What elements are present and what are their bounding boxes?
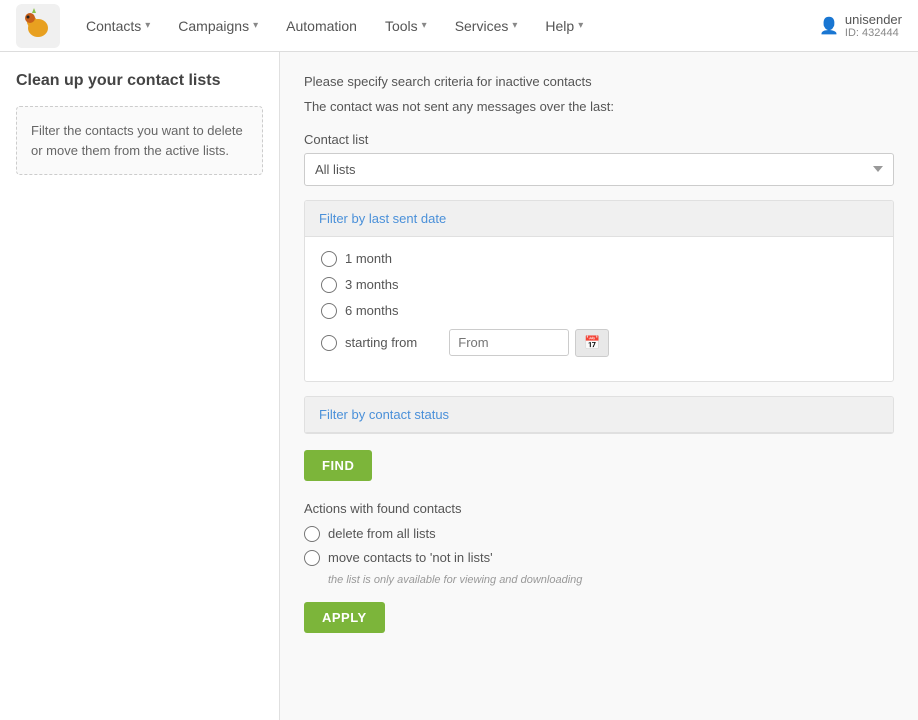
description-line1: Please specify search criteria for inact… (304, 72, 894, 93)
main-content: Please specify search criteria for inact… (280, 52, 918, 720)
user-icon: 👤 (819, 16, 839, 36)
radio-6months: 6 months (321, 303, 877, 319)
radio-6months-input[interactable] (321, 303, 337, 319)
sidebar: Clean up your contact lists Filter the c… (0, 52, 280, 720)
nav-campaigns[interactable]: Campaigns ▾ (166, 12, 270, 40)
action-move-label[interactable]: move contacts to 'not in lists' (328, 550, 493, 565)
radio-starting-from-input[interactable] (321, 335, 337, 351)
nav-help[interactable]: Help ▾ (533, 12, 595, 40)
chevron-down-icon: ▾ (578, 20, 583, 31)
radio-3months-label[interactable]: 3 months (345, 277, 398, 292)
action-delete-label[interactable]: delete from all lists (328, 526, 436, 541)
apply-button[interactable]: APPLY (304, 602, 385, 633)
chevron-down-icon: ▾ (145, 20, 150, 31)
calendar-icon: 📅 (584, 335, 600, 350)
chevron-down-icon: ▾ (512, 20, 517, 31)
filter-status-header[interactable]: Filter by contact status (305, 397, 893, 433)
description-line2: The contact was not sent any messages ov… (304, 97, 894, 118)
find-button[interactable]: FIND (304, 450, 372, 481)
radio-6months-label[interactable]: 6 months (345, 303, 398, 318)
filter-date-section: Filter by last sent date 1 month 3 month… (304, 200, 894, 382)
page-layout: Clean up your contact lists Filter the c… (0, 52, 918, 720)
actions-section: Actions with found contacts delete from … (304, 501, 894, 633)
action-note: the list is only available for viewing a… (328, 574, 894, 586)
radio-1month-label[interactable]: 1 month (345, 251, 392, 266)
radio-1month-input[interactable] (321, 251, 337, 267)
nav-tools[interactable]: Tools ▾ (373, 12, 439, 40)
action-delete: delete from all lists (304, 526, 894, 542)
nav-automation[interactable]: Automation (274, 12, 369, 40)
radio-starting-from-label[interactable]: starting from (345, 335, 417, 350)
user-id: ID: 432444 (845, 27, 902, 39)
from-date-input[interactable] (449, 329, 569, 356)
calendar-icon-button[interactable]: 📅 (575, 329, 609, 357)
contact-list-select[interactable]: All lists (304, 153, 894, 186)
sidebar-description: Filter the contacts you want to delete o… (31, 121, 248, 160)
filter-date-body: 1 month 3 months 6 months starting from (305, 237, 893, 381)
navbar: Contacts ▾ Campaigns ▾ Automation Tools … (0, 0, 918, 52)
contact-list-label: Contact list (304, 132, 894, 147)
user-info: 👤 unisender ID: 432444 (819, 12, 902, 39)
radio-3months-input[interactable] (321, 277, 337, 293)
logo[interactable] (16, 4, 60, 48)
nav-services[interactable]: Services ▾ (443, 12, 530, 40)
filter-status-section: Filter by contact status (304, 396, 894, 434)
nav-contacts[interactable]: Contacts ▾ (74, 12, 162, 40)
radio-starting-from: starting from 📅 (321, 329, 877, 357)
chevron-down-icon: ▾ (253, 20, 258, 31)
chevron-down-icon: ▾ (422, 20, 427, 31)
sidebar-box: Filter the contacts you want to delete o… (16, 106, 263, 175)
radio-1month: 1 month (321, 251, 877, 267)
action-delete-radio[interactable] (304, 526, 320, 542)
radio-3months: 3 months (321, 277, 877, 293)
filter-date-header[interactable]: Filter by last sent date (305, 201, 893, 237)
sidebar-title: Clean up your contact lists (16, 72, 263, 90)
actions-title: Actions with found contacts (304, 501, 894, 516)
action-move-radio[interactable] (304, 550, 320, 566)
action-move: move contacts to 'not in lists' (304, 550, 894, 566)
date-input-wrap: 📅 (449, 329, 609, 357)
user-name: unisender (845, 12, 902, 27)
